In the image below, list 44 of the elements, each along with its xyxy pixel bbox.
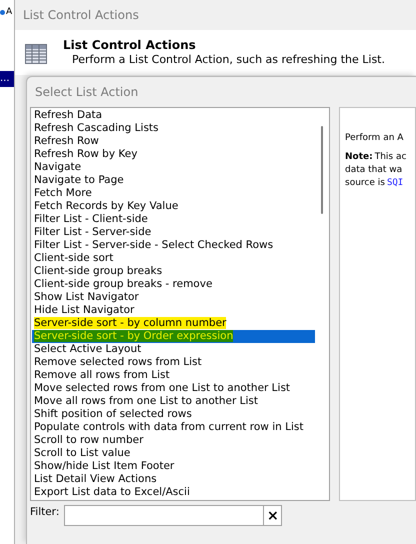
list-item[interactable]: Filter List - Client-side (32, 213, 315, 226)
list-item[interactable]: Show List Navigator (32, 291, 315, 304)
list-item[interactable]: Server-side sort - by Order expression (32, 330, 315, 343)
note-text: source is (345, 177, 385, 190)
dialog-title: Select List Action (34, 84, 140, 101)
list-item[interactable]: Fetch More (32, 187, 315, 200)
description-text: Perform an A (345, 132, 404, 145)
filter-field[interactable]: × (64, 505, 282, 526)
filter-label: Filter: (30, 505, 60, 520)
list-item[interactable]: Hide List Navigator (32, 304, 315, 317)
list-item[interactable]: Client-side group breaks - remove (32, 278, 315, 291)
app-tab-label[interactable]: A (6, 8, 12, 17)
list-item[interactable]: Scroll to List value (32, 447, 315, 460)
list-item[interactable]: Show/hide List Item Footer (32, 460, 315, 473)
list-item[interactable]: Move all rows from one List to another List (32, 395, 315, 408)
note-label: Note: (345, 151, 373, 164)
list-item[interactable]: Refresh Row (32, 135, 315, 148)
list-item[interactable]: Refresh Cascading Lists (32, 122, 315, 135)
list-item[interactable]: Scroll to row number (32, 434, 315, 447)
list-item[interactable]: List Detail View Actions (32, 473, 315, 486)
list-item[interactable]: Navigate to Page (32, 174, 315, 187)
header-title: List Control Actions (63, 38, 197, 52)
list-item[interactable]: Export List data to Excel/Ascii (32, 486, 315, 499)
list-item[interactable]: Move selected rows from one List to another List (32, 382, 315, 395)
list-item[interactable]: Filter List - Server-side (32, 226, 315, 239)
list-item[interactable]: Remove selected rows from List (32, 356, 315, 369)
list-item[interactable]: Filter List - Server-side - Select Checked Rows (32, 239, 315, 252)
clear-button[interactable]: × (263, 506, 282, 525)
list-item[interactable]: Populate controls with data from current row in List (32, 421, 315, 434)
note-link[interactable]: SQI (386, 177, 404, 190)
list-item[interactable]: Client-side group breaks (32, 265, 315, 278)
app-selected-item[interactable]: ... (0, 71, 14, 87)
list-item[interactable]: Shift position of selected rows (32, 408, 315, 421)
table-icon (25, 44, 47, 64)
list-item[interactable]: Navigate (32, 161, 315, 174)
list-item[interactable]: Client-side sort (32, 252, 315, 265)
list-item[interactable]: Remove all rows from List (32, 369, 315, 382)
list-item[interactable]: Fetch Records by Key Value (32, 200, 315, 213)
list-item[interactable]: Refresh Row by Key (32, 148, 315, 161)
note-text: data that wa (345, 164, 404, 177)
header-description: Perform a List Control Action, such as refreshing the List. (71, 52, 385, 68)
note-text: This ac (374, 151, 406, 164)
list-item[interactable]: Select Active Layout (32, 343, 315, 356)
list-item[interactable]: Refresh Data (32, 109, 315, 122)
